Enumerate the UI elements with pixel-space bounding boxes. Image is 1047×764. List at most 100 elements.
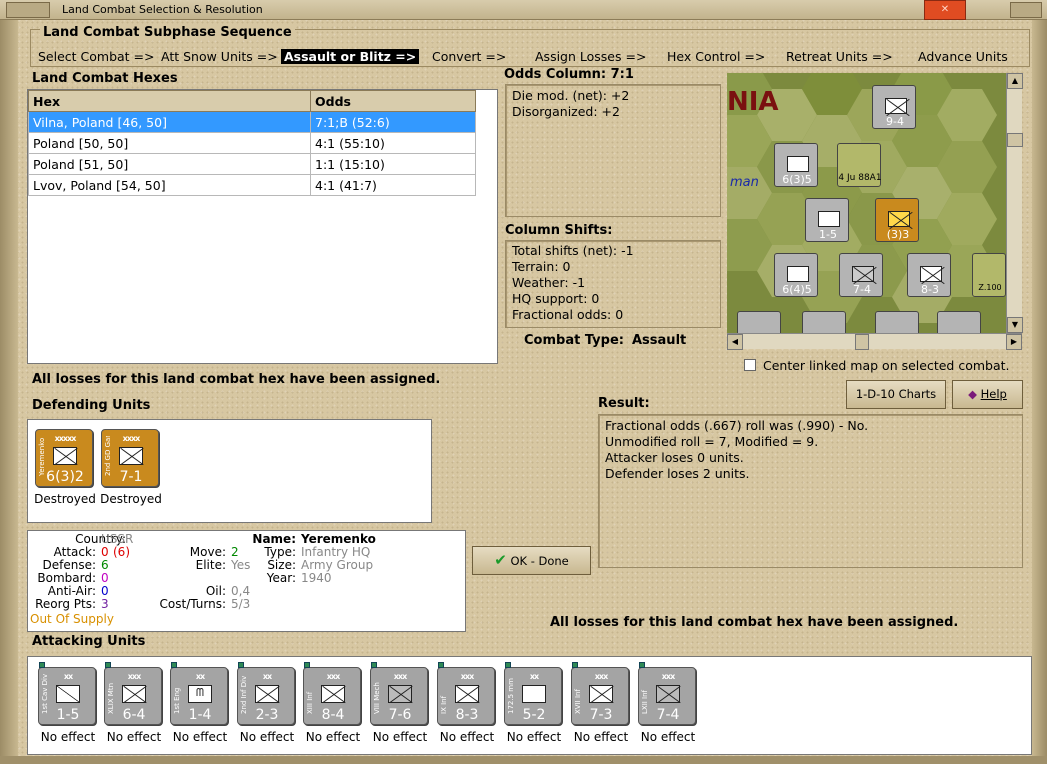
- subphase-sequence-title: Land Combat Subphase Sequence: [40, 25, 295, 40]
- map-unit-counter[interactable]: 6(3)5: [774, 143, 818, 187]
- hex-cell: Poland [51, 50]: [28, 153, 311, 175]
- checkmark-icon: ✔: [494, 551, 507, 569]
- result-title: Result:: [598, 396, 650, 411]
- map-counter-value: 1-5: [819, 228, 837, 241]
- losses-assigned-status: All losses for this land combat hex have…: [32, 372, 441, 387]
- window-menu-button[interactable]: [6, 2, 50, 18]
- hq-infantry-icon: [53, 447, 77, 465]
- unit-size: xx: [195, 672, 205, 681]
- map-unit-counter[interactable]: 8-3: [907, 253, 951, 297]
- map-unit-counter[interactable]: 1-5: [805, 198, 849, 242]
- fractional-odds-line: Fractional odds: 0: [512, 307, 624, 322]
- engineer-icon: ᗰ: [188, 685, 212, 703]
- ok-done-button[interactable]: ✔ OK - Done: [472, 546, 591, 575]
- odds-column-title: Odds Column: 7:1: [504, 67, 634, 82]
- hex-row[interactable]: Lvov, Poland [54, 50] 4:1 (41:7): [28, 174, 476, 196]
- ok-done-label: OK - Done: [510, 554, 569, 568]
- result-line-roll: Unmodified roll = 7, Modified = 9.: [605, 434, 819, 449]
- attacking-unit-counter[interactable]: IX Inf xxx 8-3 No effect: [437, 662, 495, 744]
- map-unit-counter[interactable]: [737, 311, 781, 333]
- odds-cell: 7:1;B (52:6): [310, 111, 476, 133]
- unit-size: xxxxx: [54, 434, 77, 443]
- seq-select-combat: Select Combat =>: [38, 49, 155, 64]
- map-unit-counter[interactable]: 9-4: [872, 85, 916, 129]
- help-button[interactable]: ◆ Help: [952, 380, 1023, 409]
- map-counter-value: 6(4)5: [782, 283, 812, 296]
- scroll-h-thumb[interactable]: [855, 334, 869, 350]
- infantry-icon: [885, 98, 907, 114]
- infantry-icon: [920, 266, 942, 282]
- map-counter-value: Z.100: [978, 283, 1002, 292]
- status-dot: [171, 662, 177, 668]
- result-panel: Fractional odds (.667) roll was (.990) -…: [598, 414, 1023, 568]
- hq-icon: [787, 266, 809, 282]
- mechanized-icon: [388, 685, 412, 703]
- column-shifts-panel: Total shifts (net): -1 Terrain: 0 Weathe…: [505, 240, 721, 328]
- hex-row[interactable]: Poland [50, 50] 4:1 (55:10): [28, 132, 476, 154]
- map-air-counter[interactable]: Z.100: [972, 253, 1006, 297]
- map-horizontal-scrollbar[interactable]: ◀ ▶: [727, 333, 1022, 350]
- map-unit-counter[interactable]: [937, 311, 981, 333]
- map-vertical-scrollbar[interactable]: ▲ ▼: [1006, 73, 1023, 333]
- year-value: 1940: [301, 571, 332, 585]
- unit-status: Destroyed: [34, 492, 96, 506]
- odds-modifiers-panel: Die mod. (net): +2 Disorganized: +2: [505, 84, 721, 217]
- odds-cell: 4:1 (41:7): [310, 174, 476, 196]
- linked-map[interactable]: NIA man 9-4 6(3)5 4 Ju 88A1 1-5 (3)3 6(4…: [727, 73, 1006, 333]
- unit-status: No effect: [506, 730, 562, 744]
- scroll-up-icon[interactable]: ▲: [1007, 73, 1023, 89]
- total-shifts-line: Total shifts (net): -1: [512, 243, 634, 258]
- scroll-left-icon[interactable]: ◀: [727, 334, 743, 350]
- center-map-checkbox[interactable]: [744, 359, 756, 371]
- map-unit-counter[interactable]: [875, 311, 919, 333]
- attacking-unit-counter[interactable]: 2nd Inf Div xx 2-3 No effect: [237, 662, 295, 744]
- defending-unit-counter[interactable]: Yeremenko xxxxx 6(3)2 Destroyed: [34, 429, 96, 506]
- status-dot: [304, 662, 310, 668]
- scroll-v-thumb[interactable]: [1007, 133, 1023, 147]
- attacking-unit-counter[interactable]: XLIX Mtn xxx 6-4 No effect: [104, 662, 162, 744]
- attacking-unit-counter[interactable]: 1st Cav Div xx 1-5 No effect: [38, 662, 96, 744]
- seq-hex-control: Hex Control =>: [667, 49, 766, 64]
- map-selected-counter[interactable]: (3)3: [875, 198, 919, 242]
- unit-value: 5-2: [522, 707, 546, 723]
- scroll-down-icon[interactable]: ▼: [1007, 317, 1023, 333]
- cavalry-icon: [818, 211, 840, 227]
- unit-size: xxx: [594, 672, 608, 681]
- scroll-right-icon[interactable]: ▶: [1006, 334, 1022, 350]
- unit-size: xxx: [393, 672, 407, 681]
- unit-value: 7-3: [589, 707, 613, 723]
- unit-size: xxxx: [122, 434, 141, 443]
- hq-support-line: HQ support: 0: [512, 291, 600, 306]
- map-unit-counter[interactable]: [802, 311, 846, 333]
- odds-cell: 4:1 (55:10): [310, 132, 476, 154]
- map-unit-counter[interactable]: 6(4)5: [774, 253, 818, 297]
- hex-row[interactable]: Vilna, Poland [46, 50] 7:1;B (52:6): [28, 111, 476, 133]
- attacking-unit-counter[interactable]: 1st Eng xx ᗰ 1-4 No effect: [170, 662, 228, 744]
- map-air-counter[interactable]: 4 Ju 88A1: [837, 143, 882, 187]
- seq-att-snow-units: Att Snow Units =>: [161, 49, 278, 64]
- land-combat-hexes-list[interactable]: Hex Odds Vilna, Poland [46, 50] 7:1;B (52…: [27, 89, 498, 364]
- unit-value: 8-3: [455, 707, 479, 723]
- combat-icon: [888, 211, 910, 227]
- map-unit-counter[interactable]: 7-4: [839, 253, 883, 297]
- hex-row[interactable]: Poland [51, 50] 1:1 (15:10): [28, 153, 476, 175]
- status-dot: [505, 662, 511, 668]
- attacking-unit-counter[interactable]: VIII Mech xxx 7-6 No effect: [370, 662, 428, 744]
- defending-unit-counter[interactable]: 2nd GD Garr xxxx 7-1 Destroyed: [100, 429, 162, 506]
- window-resize-button[interactable]: [1010, 2, 1042, 18]
- seq-assign-losses: Assign Losses =>: [535, 49, 647, 64]
- attack-mod: (6): [113, 545, 130, 559]
- attacking-unit-counter[interactable]: XVII Inf xxx 7-3 No effect: [571, 662, 629, 744]
- hq-icon: [787, 156, 809, 172]
- close-icon: ✕: [940, 4, 950, 15]
- attacking-unit-counter[interactable]: 172.5 mm xx ● 5-2 No effect: [504, 662, 562, 744]
- attacking-unit-counter[interactable]: LXII Inf xxx 7-4 No effect: [638, 662, 696, 744]
- attacking-unit-counter[interactable]: XIII Inf xxx 8-4 No effect: [303, 662, 361, 744]
- aircraft-icon: [850, 156, 872, 172]
- col-odds-header[interactable]: Odds: [310, 90, 476, 112]
- close-button[interactable]: ✕: [924, 0, 966, 20]
- attacking-units-title: Attacking Units: [32, 634, 146, 649]
- charts-button[interactable]: 1-D-10 Charts: [846, 380, 946, 409]
- col-hex-header[interactable]: Hex: [28, 90, 311, 112]
- unit-value: 8-4: [321, 707, 345, 723]
